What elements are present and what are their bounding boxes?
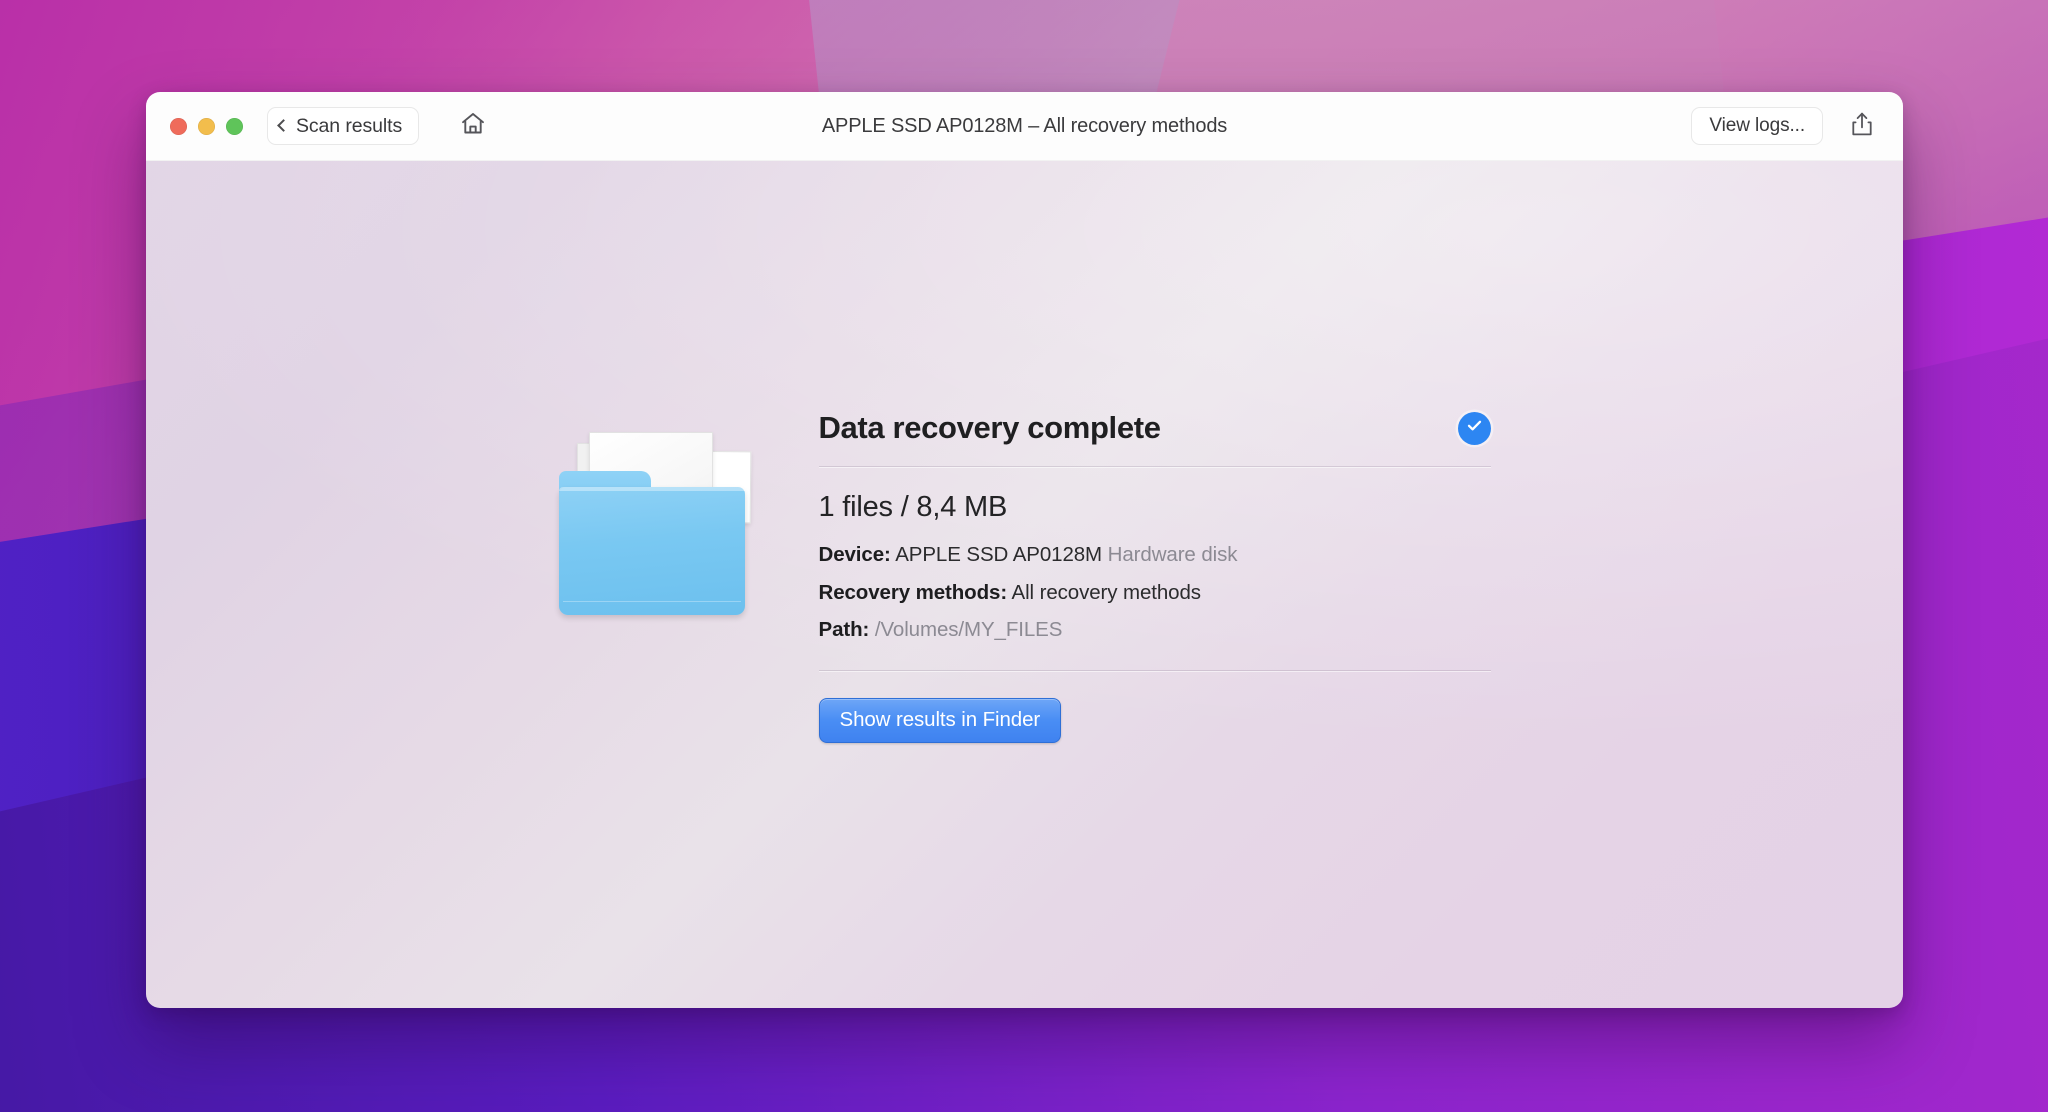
detail-value-path: /Volumes/MY_FILES bbox=[874, 618, 1063, 642]
detail-row-path: Path: /Volumes/MY_FILES bbox=[818, 618, 1491, 658]
summary-line: 1 files / 8,4 MB bbox=[818, 491, 1008, 524]
app-window: Scan results APPLE SSD AP0128M – All rec… bbox=[146, 92, 1903, 1008]
folder-with-documents-icon bbox=[558, 425, 751, 615]
folder-body bbox=[558, 487, 745, 615]
show-results-in-finder-button[interactable]: Show results in Finder bbox=[818, 697, 1062, 743]
result-header: Data recovery complete bbox=[818, 410, 1491, 466]
titlebar-right-group: View logs... bbox=[1691, 107, 1881, 145]
share-button[interactable] bbox=[1843, 107, 1881, 145]
home-button[interactable] bbox=[453, 106, 493, 146]
action-bar: Show results in Finder bbox=[818, 671, 1491, 743]
back-button-label: Scan results bbox=[296, 114, 403, 137]
result-panel: Data recovery complete 1 files / 8,4 MB bbox=[558, 410, 1491, 743]
page-title: Data recovery complete bbox=[818, 410, 1161, 445]
status-badge bbox=[1457, 411, 1491, 445]
desktop-wallpaper: Scan results APPLE SSD AP0128M – All rec… bbox=[0, 0, 2048, 1112]
window-content: Data recovery complete 1 files / 8,4 MB bbox=[146, 161, 1903, 1008]
minimize-button[interactable] bbox=[198, 117, 215, 135]
detail-key-path: Path: bbox=[818, 618, 870, 642]
chevron-left-icon bbox=[277, 119, 290, 132]
checkmark-circle-icon bbox=[1465, 416, 1484, 440]
detail-key-device: Device: bbox=[818, 543, 891, 567]
details-block: Device: APPLE SSD AP0128M Hardware disk … bbox=[818, 543, 1491, 670]
view-logs-button[interactable]: View logs... bbox=[1691, 107, 1823, 145]
result-info: Data recovery complete 1 files / 8,4 MB bbox=[818, 410, 1491, 743]
home-icon bbox=[460, 111, 486, 141]
detail-key-methods: Recovery methods: bbox=[818, 580, 1008, 604]
back-button[interactable]: Scan results bbox=[267, 107, 420, 145]
window-titlebar: Scan results APPLE SSD AP0128M – All rec… bbox=[146, 92, 1903, 161]
detail-note-device: Hardware disk bbox=[1107, 543, 1238, 567]
detail-row-device: Device: APPLE SSD AP0128M Hardware disk bbox=[818, 543, 1491, 583]
maximize-button[interactable] bbox=[226, 117, 243, 135]
detail-value-device: APPLE SSD AP0128M bbox=[895, 543, 1103, 567]
close-button[interactable] bbox=[170, 117, 187, 135]
traffic-lights bbox=[170, 117, 243, 135]
detail-row-methods: Recovery methods: All recovery methods bbox=[818, 580, 1491, 621]
share-icon bbox=[1850, 111, 1874, 142]
detail-value-methods: All recovery methods bbox=[1011, 580, 1202, 604]
